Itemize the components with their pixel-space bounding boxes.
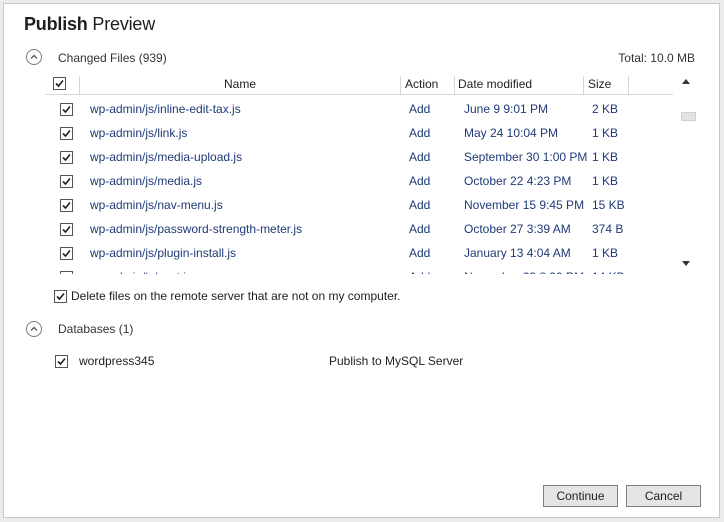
file-action: Add [409, 126, 431, 140]
file-date: November 15 9:45 PM [464, 198, 585, 212]
file-date: November 23 8:30 PM [464, 265, 584, 274]
file-date: October 27 3:39 AM [464, 222, 571, 236]
file-action: Add [409, 174, 431, 188]
continue-button[interactable]: Continue [543, 485, 618, 507]
file-action: Add [409, 265, 430, 274]
file-size: 374 B [592, 222, 624, 236]
file-action: Add [409, 198, 431, 212]
checkmark-icon [57, 357, 66, 366]
file-name: wp-admin/js/media.js [90, 174, 203, 188]
row-checkbox[interactable] [60, 247, 73, 260]
delete-remote-files-label: Delete files on the remote server that a… [71, 289, 401, 303]
file-name: wp-admin/js/password-strength-meter.js [90, 222, 303, 236]
changed-files-label: Changed Files (939) [58, 51, 167, 65]
changed-files-grid: Name Action Date modified Size wp-admin/… [45, 74, 673, 274]
file-name: wp-admin/js/post.js [90, 265, 192, 274]
table-row[interactable]: wp-admin/js/inline-edit-tax.js Add June … [45, 97, 673, 121]
checkmark-icon [62, 177, 71, 186]
checkmark-icon [62, 201, 71, 210]
database-checkbox[interactable] [55, 355, 68, 368]
column-separator [454, 76, 455, 94]
table-row[interactable]: wp-admin/js/media-upload.js Add Septembe… [45, 145, 673, 169]
dialog-title: Publish Preview [24, 14, 155, 35]
file-size: 14 KB [592, 265, 625, 274]
row-checkbox[interactable] [60, 175, 73, 188]
row-checkbox[interactable] [60, 127, 73, 140]
table-row[interactable]: wp-admin/js/nav-menu.js Add November 15 … [45, 193, 673, 217]
file-name: wp-admin/js/link.js [90, 126, 188, 140]
row-checkbox[interactable] [60, 271, 73, 274]
scroll-thumb[interactable] [681, 112, 696, 121]
table-row[interactable]: wp-admin/js/media.js Add October 22 4:23… [45, 169, 673, 193]
column-header-name[interactable]: Name [80, 74, 400, 94]
file-date: May 24 10:04 PM [464, 126, 559, 140]
file-date: January 13 4:04 AM [464, 246, 571, 260]
column-header-date[interactable]: Date modified [458, 74, 532, 94]
databases-label: Databases (1) [58, 322, 134, 336]
file-date: September 30 1:00 PM [464, 150, 588, 164]
table-row[interactable]: wp-admin/js/post.js Add November 23 8:30… [45, 265, 673, 274]
publish-dialog: Publish Preview Changed Files (939) Tota… [3, 3, 720, 518]
checkmark-icon [69, 273, 70, 274]
file-action: Add [409, 222, 431, 236]
row-checkbox[interactable] [60, 103, 73, 116]
delete-remote-files-checkbox[interactable] [54, 290, 67, 303]
row-checkbox[interactable] [60, 151, 73, 164]
checkmark-icon [62, 153, 71, 162]
scroll-down-arrow-icon[interactable] [682, 261, 690, 266]
column-separator [400, 76, 401, 94]
grid-header: Name Action Date modified Size [45, 74, 673, 95]
collapse-databases-button[interactable] [26, 321, 42, 337]
total-size: Total: 10.0 MB [618, 51, 695, 65]
file-size: 1 KB [592, 246, 619, 260]
file-size: 15 KB [592, 198, 625, 212]
chevron-up-icon [30, 326, 38, 331]
checkmark-icon [62, 225, 71, 234]
dialog-title-bold: Publish [24, 14, 88, 34]
checkmark-icon [62, 105, 71, 114]
scroll-up-arrow-icon[interactable] [682, 79, 690, 84]
table-row[interactable]: wp-admin/js/plugin-install.js Add Januar… [45, 241, 673, 265]
table-row[interactable]: wp-admin/js/password-strength-meter.js A… [45, 217, 673, 241]
checkmark-icon [56, 292, 65, 301]
column-separator [583, 76, 584, 94]
file-date: October 22 4:23 PM [464, 174, 572, 188]
cancel-button[interactable]: Cancel [626, 485, 701, 507]
file-action: Add [409, 246, 431, 260]
collapse-changed-files-button[interactable] [26, 49, 42, 65]
column-header-action[interactable]: Action [405, 74, 438, 94]
column-separator [628, 76, 629, 94]
file-size: 1 KB [592, 150, 619, 164]
checkmark-icon [62, 129, 71, 138]
chevron-up-icon [30, 54, 38, 59]
file-name: wp-admin/js/media-upload.js [90, 150, 243, 164]
checkmark-icon [55, 79, 64, 88]
grid-scrollbar[interactable] [677, 74, 699, 274]
database-name: wordpress345 [79, 354, 155, 368]
file-action: Add [409, 150, 431, 164]
file-name: wp-admin/js/plugin-install.js [90, 246, 237, 260]
file-action: Add [409, 102, 431, 116]
database-publish-target[interactable]: Publish to MySQL Server [329, 354, 463, 368]
checkmark-icon [62, 249, 71, 258]
select-all-checkbox[interactable] [53, 77, 66, 90]
file-name: wp-admin/js/nav-menu.js [90, 198, 223, 212]
file-size: 1 KB [592, 126, 619, 140]
row-checkbox[interactable] [60, 199, 73, 212]
file-name: wp-admin/js/inline-edit-tax.js [90, 102, 241, 116]
column-header-size[interactable]: Size [588, 74, 611, 94]
file-date: June 9 9:01 PM [464, 102, 549, 116]
table-row[interactable]: wp-admin/js/link.js Add May 24 10:04 PM … [45, 121, 673, 145]
row-checkbox[interactable] [60, 223, 73, 236]
dialog-title-rest: Preview [92, 14, 156, 34]
file-size: 2 KB [592, 102, 619, 116]
file-size: 1 KB [592, 174, 619, 188]
